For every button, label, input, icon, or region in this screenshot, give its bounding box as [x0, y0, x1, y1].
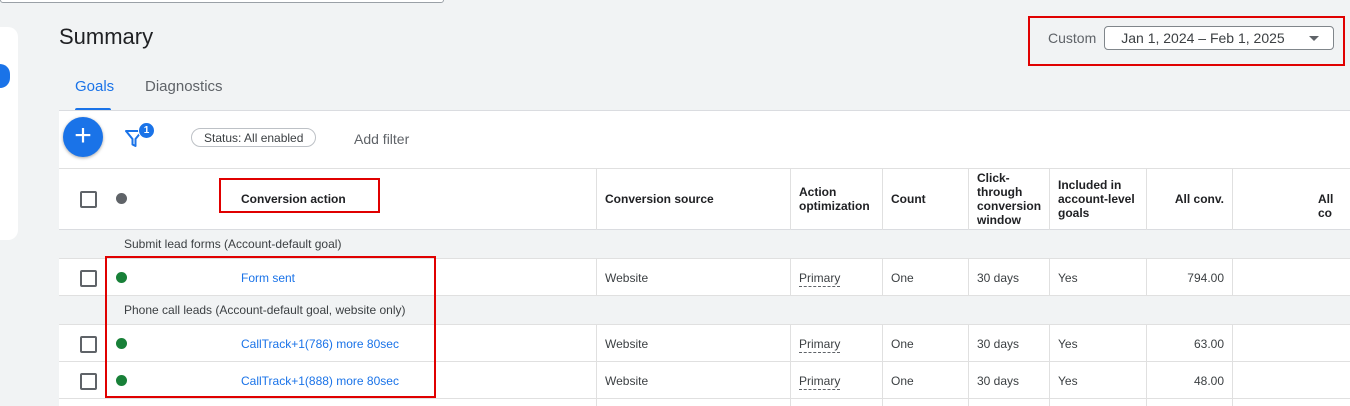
row-checkbox[interactable]: [80, 270, 97, 287]
col-all-conv-value[interactable]: All co: [1318, 192, 1350, 220]
action-optimization-cell[interactable]: Primary: [799, 374, 841, 390]
highlight-conversion-action-header: [219, 178, 380, 213]
column-divider: [1232, 325, 1233, 406]
row-checkbox[interactable]: [80, 336, 97, 353]
table-row: [59, 399, 1350, 406]
page-title: Summary: [59, 24, 154, 49]
row-checkbox[interactable]: [80, 373, 97, 390]
tab-diagnostics[interactable]: Diagnostics: [145, 78, 223, 95]
count-cell: One: [891, 374, 914, 388]
all-conv-cell: 48.00: [1193, 374, 1224, 388]
column-divider: [1049, 259, 1050, 296]
select-all-checkbox[interactable]: [80, 191, 97, 208]
column-divider: [968, 168, 969, 230]
column-divider: [596, 168, 597, 230]
add-conversion-button[interactable]: +: [63, 117, 103, 157]
column-divider: [596, 259, 597, 296]
column-divider: [882, 325, 883, 406]
window-cell: 30 days: [977, 374, 1020, 388]
column-divider: [1146, 168, 1147, 230]
col-included-account-goals[interactable]: Included in account-level goals: [1058, 178, 1144, 220]
col-action-optimization[interactable]: Action optimization: [799, 185, 877, 213]
column-divider: [968, 325, 969, 406]
column-divider: [790, 325, 791, 406]
included-cell: Yes: [1058, 374, 1078, 388]
column-divider: [1146, 259, 1147, 296]
action-optimization-cell[interactable]: Primary: [799, 337, 841, 353]
conversion-source-cell: Website: [605, 271, 649, 285]
tab-goals[interactable]: Goals: [75, 78, 114, 95]
plus-icon: +: [74, 119, 92, 152]
count-cell: One: [891, 271, 914, 285]
column-divider: [596, 325, 597, 406]
status-filter-chip[interactable]: Status: All enabled: [191, 128, 317, 147]
side-panel-card: [0, 27, 18, 240]
group-label: Submit lead forms (Account-default goal): [124, 237, 342, 251]
included-cell: Yes: [1058, 271, 1078, 285]
window-cell: 30 days: [977, 337, 1020, 351]
column-divider: [1146, 325, 1147, 406]
col-conversion-source[interactable]: Conversion source: [605, 192, 714, 206]
add-filter-button[interactable]: Add filter: [354, 131, 409, 147]
col-count[interactable]: Count: [891, 192, 926, 206]
action-optimization-cell[interactable]: Primary: [799, 271, 841, 287]
conversion-source-cell: Website: [605, 374, 649, 388]
column-divider: [882, 168, 883, 230]
filter-count-badge: 1: [138, 122, 155, 139]
col-all-conv[interactable]: All conv.: [1150, 192, 1224, 206]
column-divider: [1049, 325, 1050, 406]
count-cell: One: [891, 337, 914, 351]
all-conv-cell: 794.00: [1187, 271, 1224, 285]
status-header-icon: [116, 193, 127, 204]
all-conv-cell: 63.00: [1193, 337, 1224, 351]
col-click-through-window[interactable]: Click-through conversion window: [977, 171, 1045, 227]
column-divider: [790, 168, 791, 230]
window-cell: 30 days: [977, 271, 1020, 285]
top-search-bar[interactable]: [0, 0, 444, 3]
column-divider: [882, 259, 883, 296]
highlight-date-range: [1028, 16, 1345, 66]
column-divider: [968, 259, 969, 296]
column-divider: [1232, 168, 1233, 230]
column-divider: [1232, 259, 1233, 296]
column-divider: [790, 259, 791, 296]
included-cell: Yes: [1058, 337, 1078, 351]
group-row-lead-forms: Submit lead forms (Account-default goal): [59, 230, 1350, 259]
conversion-source-cell: Website: [605, 337, 649, 351]
column-divider: [1049, 168, 1050, 230]
highlight-conversion-rows: [105, 256, 436, 398]
